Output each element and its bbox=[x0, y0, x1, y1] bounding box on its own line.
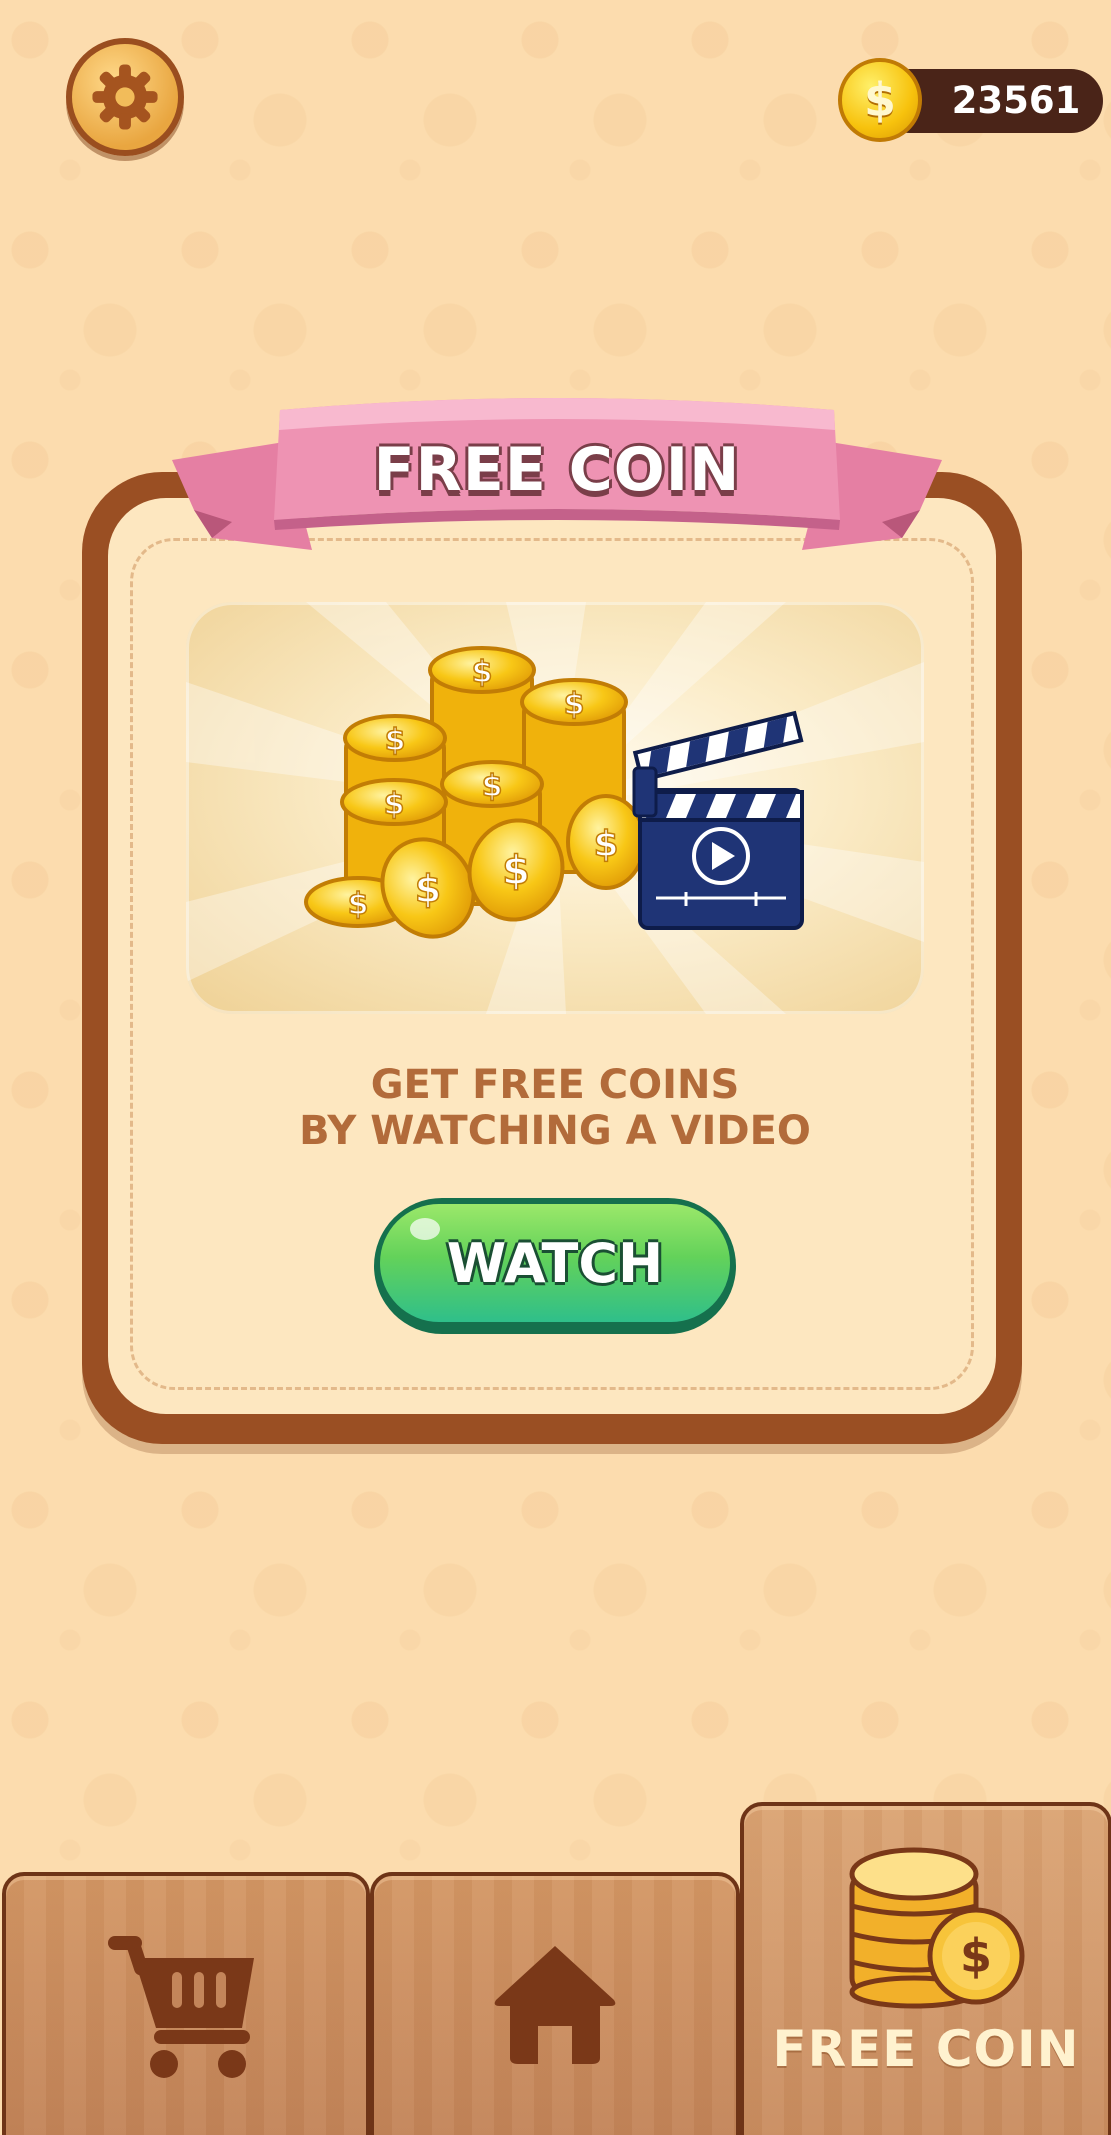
coin-symbol: $ bbox=[472, 655, 493, 690]
settings-button[interactable] bbox=[66, 38, 184, 156]
coin-symbol: $ bbox=[863, 73, 896, 127]
coin-symbol: $ bbox=[385, 723, 406, 758]
shopping-cart-icon bbox=[108, 1936, 254, 2078]
clapperboard-icon bbox=[632, 710, 804, 930]
coin-balance-value: 23561 bbox=[951, 79, 1081, 122]
coin-symbol: $ bbox=[482, 769, 503, 804]
coin-symbol: $ bbox=[348, 887, 369, 922]
message-line-2: BY WATCHING A VIDEO bbox=[299, 1108, 811, 1154]
coin-symbol: $ bbox=[502, 848, 530, 894]
nav-tab-home[interactable] bbox=[370, 1872, 740, 2135]
nav-tab-free-coin-label: FREE COIN bbox=[772, 2020, 1080, 2078]
coin-symbol: $ bbox=[384, 787, 405, 822]
reward-message: GET FREE COINS BY WATCHING A VIDEO bbox=[186, 1062, 924, 1154]
coin-symbol: $ bbox=[593, 824, 618, 865]
title-ribbon: FREE COIN bbox=[172, 390, 942, 570]
watch-button-label: WATCH bbox=[446, 1231, 664, 1295]
card-title: FREE COIN bbox=[373, 435, 741, 505]
reward-illustration: $ $ $ $ $ $ $ $ $ bbox=[186, 602, 924, 1014]
coin-symbol: $ bbox=[564, 687, 585, 722]
coin-symbol: $ bbox=[960, 1929, 992, 1983]
coin-stack-icon: $ bbox=[849, 1847, 1025, 2009]
message-line-1: GET FREE COINS bbox=[370, 1062, 740, 1108]
dollar-coin-icon: $ bbox=[838, 58, 922, 142]
watch-button[interactable]: WATCH bbox=[374, 1198, 736, 1334]
nav-tab-free-coin[interactable]: $ FREE COIN bbox=[740, 1802, 1111, 2135]
nav-tab-shop[interactable] bbox=[2, 1872, 370, 2135]
coin-symbol: $ bbox=[415, 867, 441, 911]
gear-icon bbox=[92, 64, 158, 130]
home-icon bbox=[494, 1946, 616, 2064]
